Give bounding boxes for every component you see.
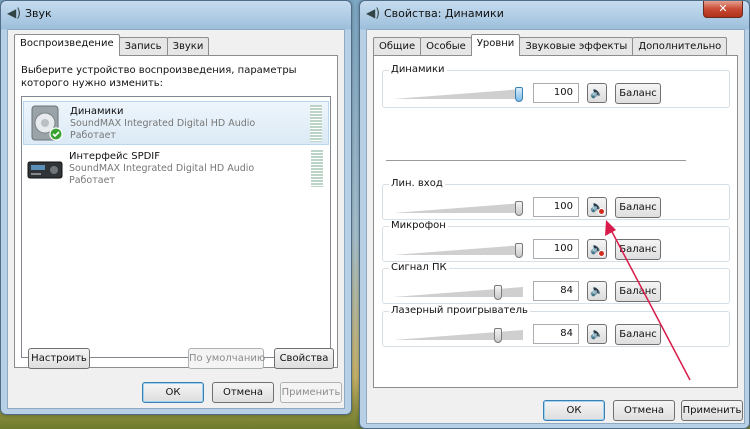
device-item-speakers[interactable]: Динамики SoundMAX Integrated Digital HD … — [23, 101, 329, 145]
tab-general[interactable]: Общие — [373, 37, 422, 56]
volume-slider[interactable] — [393, 201, 523, 216]
tab-sounds[interactable]: Звуки — [166, 37, 210, 56]
level-value-field[interactable]: 100 — [533, 239, 579, 259]
speaker-icon — [31, 105, 63, 141]
tab-playback[interactable]: Воспроизведение — [14, 34, 120, 56]
ok-button[interactable]: ОК — [142, 382, 204, 403]
slider-thumb[interactable] — [515, 87, 523, 102]
slider-track — [393, 203, 523, 213]
balance-button[interactable]: Баланс — [615, 324, 661, 345]
cancel-button[interactable]: Отмена — [212, 382, 274, 403]
level-label: Микрофон — [389, 220, 448, 231]
muted-icon — [598, 208, 605, 215]
level-group: Микрофон 100 🔈 Баланс — [382, 220, 730, 262]
sound-tabs: Воспроизведение Запись Звуки — [14, 34, 210, 56]
level-value-field[interactable]: 84 — [533, 324, 579, 344]
level-value-field[interactable]: 100 — [533, 197, 579, 217]
mute-toggle-button[interactable]: 🔈 — [587, 197, 607, 217]
slider-thumb[interactable] — [494, 328, 502, 343]
balance-button[interactable]: Баланс — [615, 281, 661, 302]
level-value-field[interactable]: 100 — [533, 83, 579, 103]
level-group: Динамики 100 🔈 Баланс — [382, 64, 730, 108]
device-driver: SoundMAX Integrated Digital HD Audio — [70, 118, 256, 129]
properties-tabs: Общие Особые Уровни Звуковые эффекты Доп… — [373, 34, 728, 56]
properties-dialog-title: Свойства: Динамики — [384, 7, 504, 20]
mute-toggle-button[interactable]: 🔈 — [587, 281, 607, 301]
apply-button[interactable]: Применить — [280, 382, 342, 403]
level-meter — [311, 150, 323, 187]
balance-button[interactable]: Баланс — [615, 239, 661, 260]
device-status: Работает — [69, 175, 115, 186]
device-driver: SoundMAX Integrated Digital HD Audio — [69, 163, 255, 174]
tab-sound-effects[interactable]: Звуковые эффекты — [519, 37, 634, 56]
mute-toggle-button[interactable]: 🔈 — [587, 239, 607, 259]
sound-dialog-title: Звук — [25, 7, 52, 20]
volume-slider[interactable] — [393, 243, 523, 258]
speaker-properties-dialog: ◀) Свойства: Динамики ✕ Общие Особые Уро… — [359, 0, 750, 429]
sound-dialog-client: Воспроизведение Запись Звуки Выберите ус… — [7, 29, 345, 409]
volume-slider[interactable] — [393, 285, 523, 300]
device-prompt: Выберите устройство воспроизведения, пар… — [21, 65, 297, 89]
balance-button[interactable]: Баланс — [615, 83, 661, 104]
properties-dialog-client: Общие Особые Уровни Звуковые эффекты Доп… — [366, 29, 745, 424]
configure-button[interactable]: Настроить — [28, 348, 90, 369]
device-name: Интерфейс SPDIF — [69, 151, 161, 162]
slider-thumb[interactable] — [494, 285, 502, 300]
level-label: Лазерный проигрыватель — [389, 305, 530, 316]
level-group: Сигнал ПК 84 🔈 Баланс — [382, 262, 730, 304]
level-value-field[interactable]: 84 — [533, 281, 579, 301]
slider-track — [393, 89, 523, 99]
slider-track — [393, 287, 523, 297]
balance-button[interactable]: Баланс — [615, 197, 661, 218]
properties-button[interactable]: Свойства — [274, 348, 334, 369]
levels-separator — [386, 160, 686, 161]
spdif-device-icon — [27, 161, 63, 179]
level-meter — [310, 105, 322, 142]
level-group: Лазерный проигрыватель 84 🔈 Баланс — [382, 305, 730, 347]
speaker-icon: 🔈 — [590, 86, 604, 99]
slider-thumb[interactable] — [515, 243, 523, 258]
tab-recording[interactable]: Запись — [118, 37, 168, 56]
set-default-button[interactable]: По умолчанию — [188, 348, 265, 369]
volume-slider[interactable] — [393, 87, 523, 102]
speaker-app-icon: ◀) — [7, 6, 21, 20]
device-list[interactable]: Динамики SoundMAX Integrated Digital HD … — [21, 96, 331, 358]
tab-advanced[interactable]: Дополнительно — [632, 37, 728, 56]
speaker-icon: 🔈 — [590, 327, 604, 340]
level-label: Динамики — [389, 64, 447, 75]
ok-button[interactable]: ОК — [543, 400, 605, 421]
sound-dialog-titlebar[interactable]: ◀) Звук — [1, 1, 351, 27]
close-button[interactable]: ✕ — [703, 1, 743, 18]
sound-dialog: ◀) Звук Воспроизведение Запись Звуки Выб… — [0, 0, 352, 415]
level-label: Лин. вход — [389, 178, 445, 189]
properties-dialog-titlebar[interactable]: ◀) Свойства: Динамики ✕ — [360, 1, 749, 27]
tab-levels[interactable]: Уровни — [470, 34, 521, 56]
device-item-spdif[interactable]: Интерфейс SPDIF SoundMAX Integrated Digi… — [23, 147, 329, 191]
level-label: Сигнал ПК — [389, 262, 449, 273]
volume-slider[interactable] — [393, 328, 523, 343]
tab-custom[interactable]: Особые — [420, 37, 472, 56]
slider-track — [393, 245, 523, 255]
mute-toggle-button[interactable]: 🔈 — [587, 324, 607, 344]
levels-tab-page: Динамики 100 🔈 Баланс Лин. вход 100 🔈 Баланс Мик… — [373, 55, 738, 388]
muted-icon — [598, 250, 605, 257]
device-status: Работает — [70, 130, 116, 141]
speaker-icon: 🔈 — [590, 284, 604, 297]
slider-thumb[interactable] — [515, 201, 523, 216]
mute-toggle-button[interactable]: 🔈 — [587, 83, 607, 103]
playback-tab-page: Выберите устройство воспроизведения, пар… — [14, 55, 338, 368]
level-group: Лин. вход 100 🔈 Баланс — [382, 178, 730, 220]
device-name: Динамики — [70, 106, 124, 117]
speaker-app-icon: ◀) — [366, 6, 380, 20]
cancel-button[interactable]: Отмена — [613, 400, 675, 421]
apply-button[interactable]: Применить — [681, 400, 743, 421]
slider-track — [393, 330, 523, 340]
